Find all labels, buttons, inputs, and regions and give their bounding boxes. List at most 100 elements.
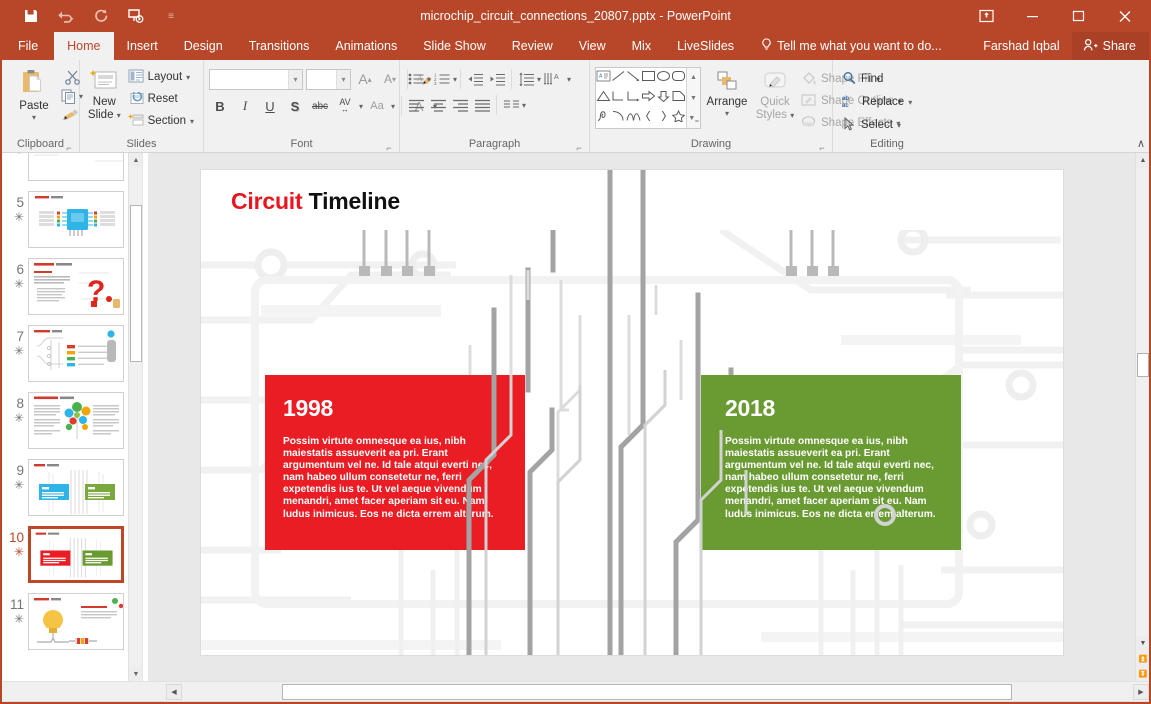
character-spacing-chevron-down-icon[interactable]: ▾ <box>359 102 363 111</box>
elbow-connector-shape[interactable] <box>611 89 626 107</box>
hscroll-thumb[interactable] <box>282 683 1012 700</box>
shapes-scroll-down-icon[interactable]: ▼ <box>687 89 700 108</box>
increase-font-size-button[interactable]: A ▴ <box>354 68 376 90</box>
align-left-icon[interactable] <box>405 94 427 116</box>
scribble-shape[interactable] <box>596 109 611 127</box>
arrow-shape[interactable] <box>626 69 641 87</box>
thumbnail-image[interactable] <box>28 191 124 248</box>
pentagon-shape[interactable] <box>671 89 686 107</box>
tab-transitions[interactable]: Transitions <box>236 32 323 60</box>
tab-review[interactable]: Review <box>499 32 566 60</box>
ribbon-display-options-icon[interactable] <box>963 0 1009 32</box>
align-center-icon[interactable] <box>427 94 449 116</box>
curve-shape[interactable] <box>626 109 641 127</box>
columns-icon[interactable] <box>500 94 522 116</box>
list-item[interactable]: 11 ✳ <box>2 588 128 655</box>
thumbnail-image[interactable]: ? <box>28 258 124 315</box>
tab-home[interactable]: Home <box>54 32 114 60</box>
list-item[interactable]: 8 ✳ <box>2 387 128 454</box>
paste-chevron-down-icon[interactable]: ▾ <box>32 113 36 122</box>
minimize-button[interactable] <box>1009 0 1055 32</box>
justify-icon[interactable] <box>471 94 493 116</box>
text-direction-chevron-down-icon[interactable]: ▾ <box>567 75 571 84</box>
star-shape[interactable] <box>671 109 686 127</box>
triangle-shape[interactable] <box>596 89 611 107</box>
select-button[interactable]: Select ▾ <box>838 114 916 136</box>
thumbnail-image-current[interactable] <box>28 526 124 583</box>
font-name-input[interactable]: ▾ <box>209 68 303 90</box>
arrange-chevron-down-icon[interactable]: ▾ <box>725 109 729 118</box>
thumbnail-image[interactable] <box>28 459 124 516</box>
list-item[interactable]: 10 ✳ <box>2 521 128 588</box>
italic-button[interactable]: I <box>234 95 256 117</box>
slide-thumbnail-pane[interactable]: 4 ✳ <box>2 153 142 681</box>
bullets-icon[interactable] <box>405 68 427 90</box>
hscroll-left-icon[interactable]: ◀ <box>166 683 182 700</box>
tab-animations[interactable]: Animations <box>322 32 410 60</box>
cut-icon[interactable] <box>64 69 81 86</box>
tab-slide-show[interactable]: Slide Show <box>410 32 499 60</box>
text-direction-icon[interactable]: A <box>541 68 567 90</box>
tab-file[interactable]: File <box>2 32 54 60</box>
list-item[interactable]: 6 ✳ ? <box>2 253 128 320</box>
right-brace-shape[interactable] <box>656 109 671 127</box>
character-spacing-button[interactable]: AV ↔ <box>334 95 356 117</box>
strikethrough-button[interactable]: abc <box>309 95 331 117</box>
change-case-button[interactable]: Aa <box>366 95 388 117</box>
font-size-input[interactable]: ▾ <box>306 68 351 90</box>
numbering-chevron-down-icon[interactable]: ▾ <box>453 75 457 84</box>
undo-icon[interactable] <box>55 5 77 27</box>
canvas-scroll-down-icon[interactable]: ▼ <box>1136 636 1149 651</box>
close-button[interactable] <box>1101 0 1149 32</box>
paragraph-dialog-launcher[interactable]: ⌐ <box>574 141 584 153</box>
share-button[interactable]: Share <box>1071 32 1149 60</box>
font-dialog-launcher[interactable]: ⌐ <box>384 141 394 153</box>
arrange-button[interactable]: Arrange ▾ <box>701 67 753 134</box>
align-right-icon[interactable] <box>449 94 471 116</box>
timeline-card-2018[interactable]: 2018 Possim virtute omnesque ea ius, nib… <box>701 375 961 550</box>
underline-button[interactable]: U <box>259 95 281 117</box>
timeline-card-1998[interactable]: 1998 Possim virtute omnesque ea ius, nib… <box>265 375 525 550</box>
shapes-gallery-scrollbar[interactable]: ▲ ▼ ▼ ‗ <box>686 68 700 128</box>
customize-quick-access-icon[interactable]: ≡ <box>160 5 182 27</box>
thumbnail-image[interactable] <box>28 593 124 650</box>
hscroll-track[interactable] <box>182 683 1133 700</box>
shapes-scroll-up-icon[interactable]: ▲ <box>687 68 700 87</box>
tab-liveslides[interactable]: LiveSlides <box>664 32 747 60</box>
new-slide-button[interactable]: New Slide ▾ <box>85 65 124 122</box>
paste-button[interactable]: Paste ▾ <box>7 65 61 122</box>
redo-icon[interactable] <box>90 5 112 27</box>
thumbnail-scroll-thumb[interactable] <box>130 205 142 362</box>
save-icon[interactable] <box>20 5 42 27</box>
tab-view[interactable]: View <box>566 32 619 60</box>
canvas-scroll-up-icon[interactable]: ▲ <box>1136 153 1149 168</box>
rectangle-shape[interactable] <box>641 69 656 87</box>
text-box-shape[interactable]: A <box>596 69 611 87</box>
line-spacing-icon[interactable] <box>515 68 537 90</box>
clipboard-dialog-launcher[interactable]: ⌐ <box>64 141 74 153</box>
slide-title[interactable]: Circuit Timeline <box>231 188 400 215</box>
bold-button[interactable]: B <box>209 95 231 117</box>
tell-me-search[interactable]: Tell me what you want to do... <box>747 32 952 60</box>
tab-design[interactable]: Design <box>171 32 236 60</box>
tab-insert[interactable]: Insert <box>114 32 171 60</box>
thumbnail-image[interactable] <box>28 153 124 181</box>
right-arrow-shape[interactable] <box>641 89 656 107</box>
hscroll-right-icon[interactable]: ▶ <box>1133 683 1149 700</box>
thumbnail-image[interactable] <box>28 325 124 382</box>
numbering-icon[interactable]: 123 <box>431 68 453 90</box>
find-button[interactable]: Find <box>838 68 916 90</box>
columns-chevron-down-icon[interactable]: ▾ <box>522 101 526 110</box>
tab-mix[interactable]: Mix <box>619 32 664 60</box>
next-slide-icon[interactable]: ⏬ <box>1136 666 1149 681</box>
collapse-ribbon-icon[interactable]: ∧ <box>1137 137 1145 150</box>
down-arrow-shape[interactable] <box>656 89 671 107</box>
oval-shape[interactable] <box>656 69 671 87</box>
section-button[interactable]: Section ▾ <box>124 110 198 132</box>
change-case-chevron-down-icon[interactable]: ▾ <box>391 102 395 111</box>
canvas-vertical-scrollbar[interactable]: ▲ ▼ ⏫ ⏬ <box>1135 153 1149 681</box>
canvas-scroll-thumb[interactable] <box>1137 353 1149 377</box>
decrease-font-size-button[interactable]: A ▾ <box>379 68 401 90</box>
thumbnail-image[interactable] <box>28 392 124 449</box>
font-size-chevron-down-icon[interactable]: ▾ <box>336 69 350 89</box>
